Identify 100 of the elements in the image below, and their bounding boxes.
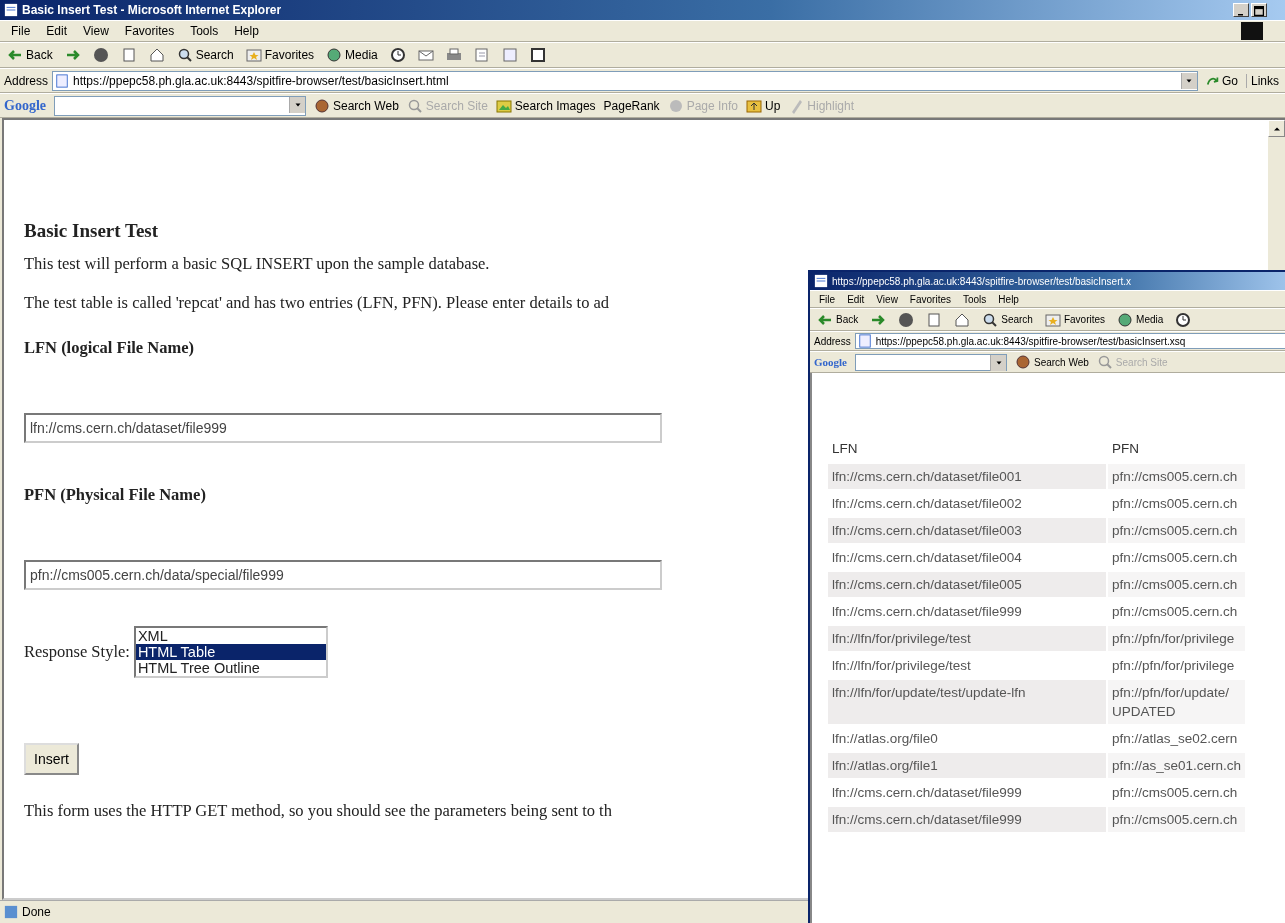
menu-item[interactable]: View bbox=[871, 293, 903, 305]
table-cell: pfn://cms005.cern.ch bbox=[1108, 464, 1246, 489]
toolbar-button[interactable]: PageRank bbox=[603, 98, 660, 113]
house-icon bbox=[148, 47, 165, 63]
dropdown-button[interactable] bbox=[289, 96, 305, 113]
text-input-field[interactable]: pfn://cms005.cern.ch/data/special/file999 bbox=[24, 560, 662, 590]
table-cell: pfn://pfn/for/privilege bbox=[1108, 626, 1246, 651]
menu-item[interactable]: Help bbox=[227, 23, 266, 39]
toolbar-button[interactable]: Search Web bbox=[1015, 354, 1089, 370]
google-menu-button[interactable]: Google bbox=[814, 356, 847, 368]
toolbar-button[interactable]: Up bbox=[746, 97, 781, 114]
address-label: Address bbox=[4, 73, 49, 88]
menu-item[interactable]: View bbox=[76, 23, 116, 39]
minimize-button[interactable] bbox=[1233, 3, 1249, 17]
table-cell-text: lfn://atlas.org/file0 bbox=[831, 730, 939, 748]
maximize-button[interactable] bbox=[1251, 3, 1267, 17]
toolbar-button[interactable]: Search bbox=[173, 46, 237, 64]
window-title: https://ppepc58.ph.gla.ac.uk:8443/spitfire-browser/test/basicInsert.x bbox=[832, 275, 1133, 287]
page-icon bbox=[926, 311, 943, 328]
page-icon bbox=[501, 47, 518, 63]
search-field[interactable] bbox=[54, 95, 306, 116]
toolbar-button[interactable]: Search Images bbox=[495, 97, 596, 114]
table-cell-text: lfn://cms.cern.ch/dataset/file999 bbox=[831, 784, 1023, 802]
table-cell: pfn://pfn/for/update/ UPDATED bbox=[1108, 680, 1246, 724]
page-icon bbox=[55, 73, 70, 88]
table-cell-text: pfn://atlas_se02.cern bbox=[1111, 730, 1239, 748]
star-folder-icon bbox=[245, 47, 262, 63]
menu-item[interactable]: Tools bbox=[958, 293, 992, 305]
menu-item[interactable]: Help bbox=[993, 293, 1024, 305]
menu-item[interactable]: Favorites bbox=[904, 293, 956, 305]
address-label: Address bbox=[814, 335, 851, 347]
menu-item[interactable]: Edit bbox=[39, 23, 75, 39]
browser-icon bbox=[814, 274, 828, 288]
printer-icon bbox=[445, 47, 462, 63]
toolbar-button[interactable]: Favorites bbox=[242, 46, 318, 64]
column-header: LFN bbox=[831, 440, 859, 458]
search-field[interactable] bbox=[855, 353, 1007, 371]
history-icon bbox=[389, 47, 406, 63]
menu-item[interactable]: Edit bbox=[842, 293, 870, 305]
toolbar-button[interactable]: Back bbox=[814, 310, 862, 329]
table-cell: pfn://cms005.cern.ch bbox=[1108, 807, 1246, 832]
table-cell-text: pfn://cms005.cern.ch bbox=[1111, 549, 1239, 567]
list-option[interactable]: HTML Tree Outline bbox=[135, 660, 326, 676]
table-cell-text: pfn://pfn/for/privilege bbox=[1111, 657, 1236, 675]
toolbar-button[interactable]: Media bbox=[323, 46, 381, 64]
scrollbar[interactable] bbox=[1268, 120, 1285, 270]
table-cell: pfn://cms005.cern.ch bbox=[1108, 572, 1246, 597]
list-option[interactable]: HTML Table bbox=[135, 644, 326, 660]
links-button[interactable]: Links bbox=[1246, 73, 1281, 88]
menu-item[interactable]: File bbox=[4, 23, 38, 39]
mail-icon bbox=[417, 47, 434, 63]
house-icon bbox=[954, 311, 971, 328]
address-field[interactable]: https://ppepc58.ph.gla.ac.uk:8443/spitfire-browser/test/basicInsert.xsq bbox=[854, 333, 1285, 349]
window-title: Basic Insert Test - Microsoft Internet Explorer bbox=[22, 3, 283, 17]
field-label: LFN (logical File Name) bbox=[24, 338, 194, 358]
menu-item[interactable]: File bbox=[814, 293, 841, 305]
magnifier-icon bbox=[1096, 354, 1113, 370]
toolbar-button[interactable]: Favorites bbox=[1041, 310, 1109, 329]
table-cell: lfn://atlas.org/file1 bbox=[828, 753, 1106, 778]
table-cell-text: lfn://cms.cern.ch/dataset/file999 bbox=[831, 603, 1023, 621]
toolbar-button[interactable]: Search bbox=[979, 310, 1036, 329]
table-cell-text: pfn://cms005.cern.ch bbox=[1111, 603, 1239, 621]
toolbar-button[interactable]: Media bbox=[1114, 310, 1167, 329]
insert-button[interactable]: Insert bbox=[24, 743, 79, 775]
status-text: Done bbox=[22, 905, 51, 919]
table-cell: pfn://as_se01.cern.ch bbox=[1108, 753, 1246, 778]
magnifier-icon bbox=[176, 47, 193, 63]
table-cell-text: lfn://cms.cern.ch/dataset/file004 bbox=[831, 549, 1023, 567]
menu-item[interactable]: Favorites bbox=[117, 23, 182, 39]
magnifier-icon bbox=[406, 97, 423, 114]
text-input-field[interactable]: lfn://cms.cern.ch/dataset/file999 bbox=[24, 413, 662, 443]
column-header: PFN bbox=[1111, 440, 1140, 458]
list-option[interactable]: XML bbox=[135, 628, 326, 644]
menu-item[interactable]: Tools bbox=[183, 23, 226, 39]
maximize-icon bbox=[1254, 6, 1264, 16]
field-label: Response Style: bbox=[24, 642, 130, 662]
field-label: PFN (Physical File Name) bbox=[24, 485, 206, 505]
go-button[interactable]: Go bbox=[1201, 73, 1242, 88]
toolbar-button[interactable]: Back bbox=[4, 46, 56, 64]
table-cell-text: pfn://cms005.cern.ch bbox=[1111, 784, 1239, 802]
table-cell-text: lfn://lfn/for/privilege/test bbox=[831, 657, 972, 675]
page-icon bbox=[857, 334, 872, 348]
toolbar-button[interactable]: Search Web bbox=[314, 97, 399, 114]
table-cell: lfn://lfn/for/update/test/update-lfn bbox=[828, 680, 1106, 724]
paragraph: This test will perform a basic SQL INSERT upon the sample database. bbox=[24, 254, 490, 274]
star-folder-icon bbox=[1044, 311, 1061, 328]
magnifier-icon bbox=[982, 311, 999, 328]
square-icon bbox=[529, 47, 546, 63]
page-edit-icon bbox=[473, 47, 490, 63]
google-menu-button[interactable]: Google bbox=[4, 97, 46, 114]
browser-icon bbox=[4, 3, 18, 17]
dropdown-button[interactable] bbox=[1180, 72, 1197, 89]
table-cell: lfn://cms.cern.ch/dataset/file005 bbox=[828, 572, 1106, 597]
list-box[interactable]: XML HTML Table HTML Tree Outline bbox=[133, 626, 328, 678]
picture-icon bbox=[495, 97, 512, 114]
table-cell: lfn://lfn/for/privilege/test bbox=[828, 626, 1106, 651]
folder-up-icon bbox=[746, 97, 762, 114]
dropdown-button[interactable] bbox=[990, 354, 1006, 371]
page-heading: Basic Insert Test bbox=[24, 220, 159, 242]
address-field[interactable]: https://ppepc58.ph.gla.ac.uk:8443/spitfire-browser/test/basicInsert.html bbox=[52, 70, 1198, 91]
